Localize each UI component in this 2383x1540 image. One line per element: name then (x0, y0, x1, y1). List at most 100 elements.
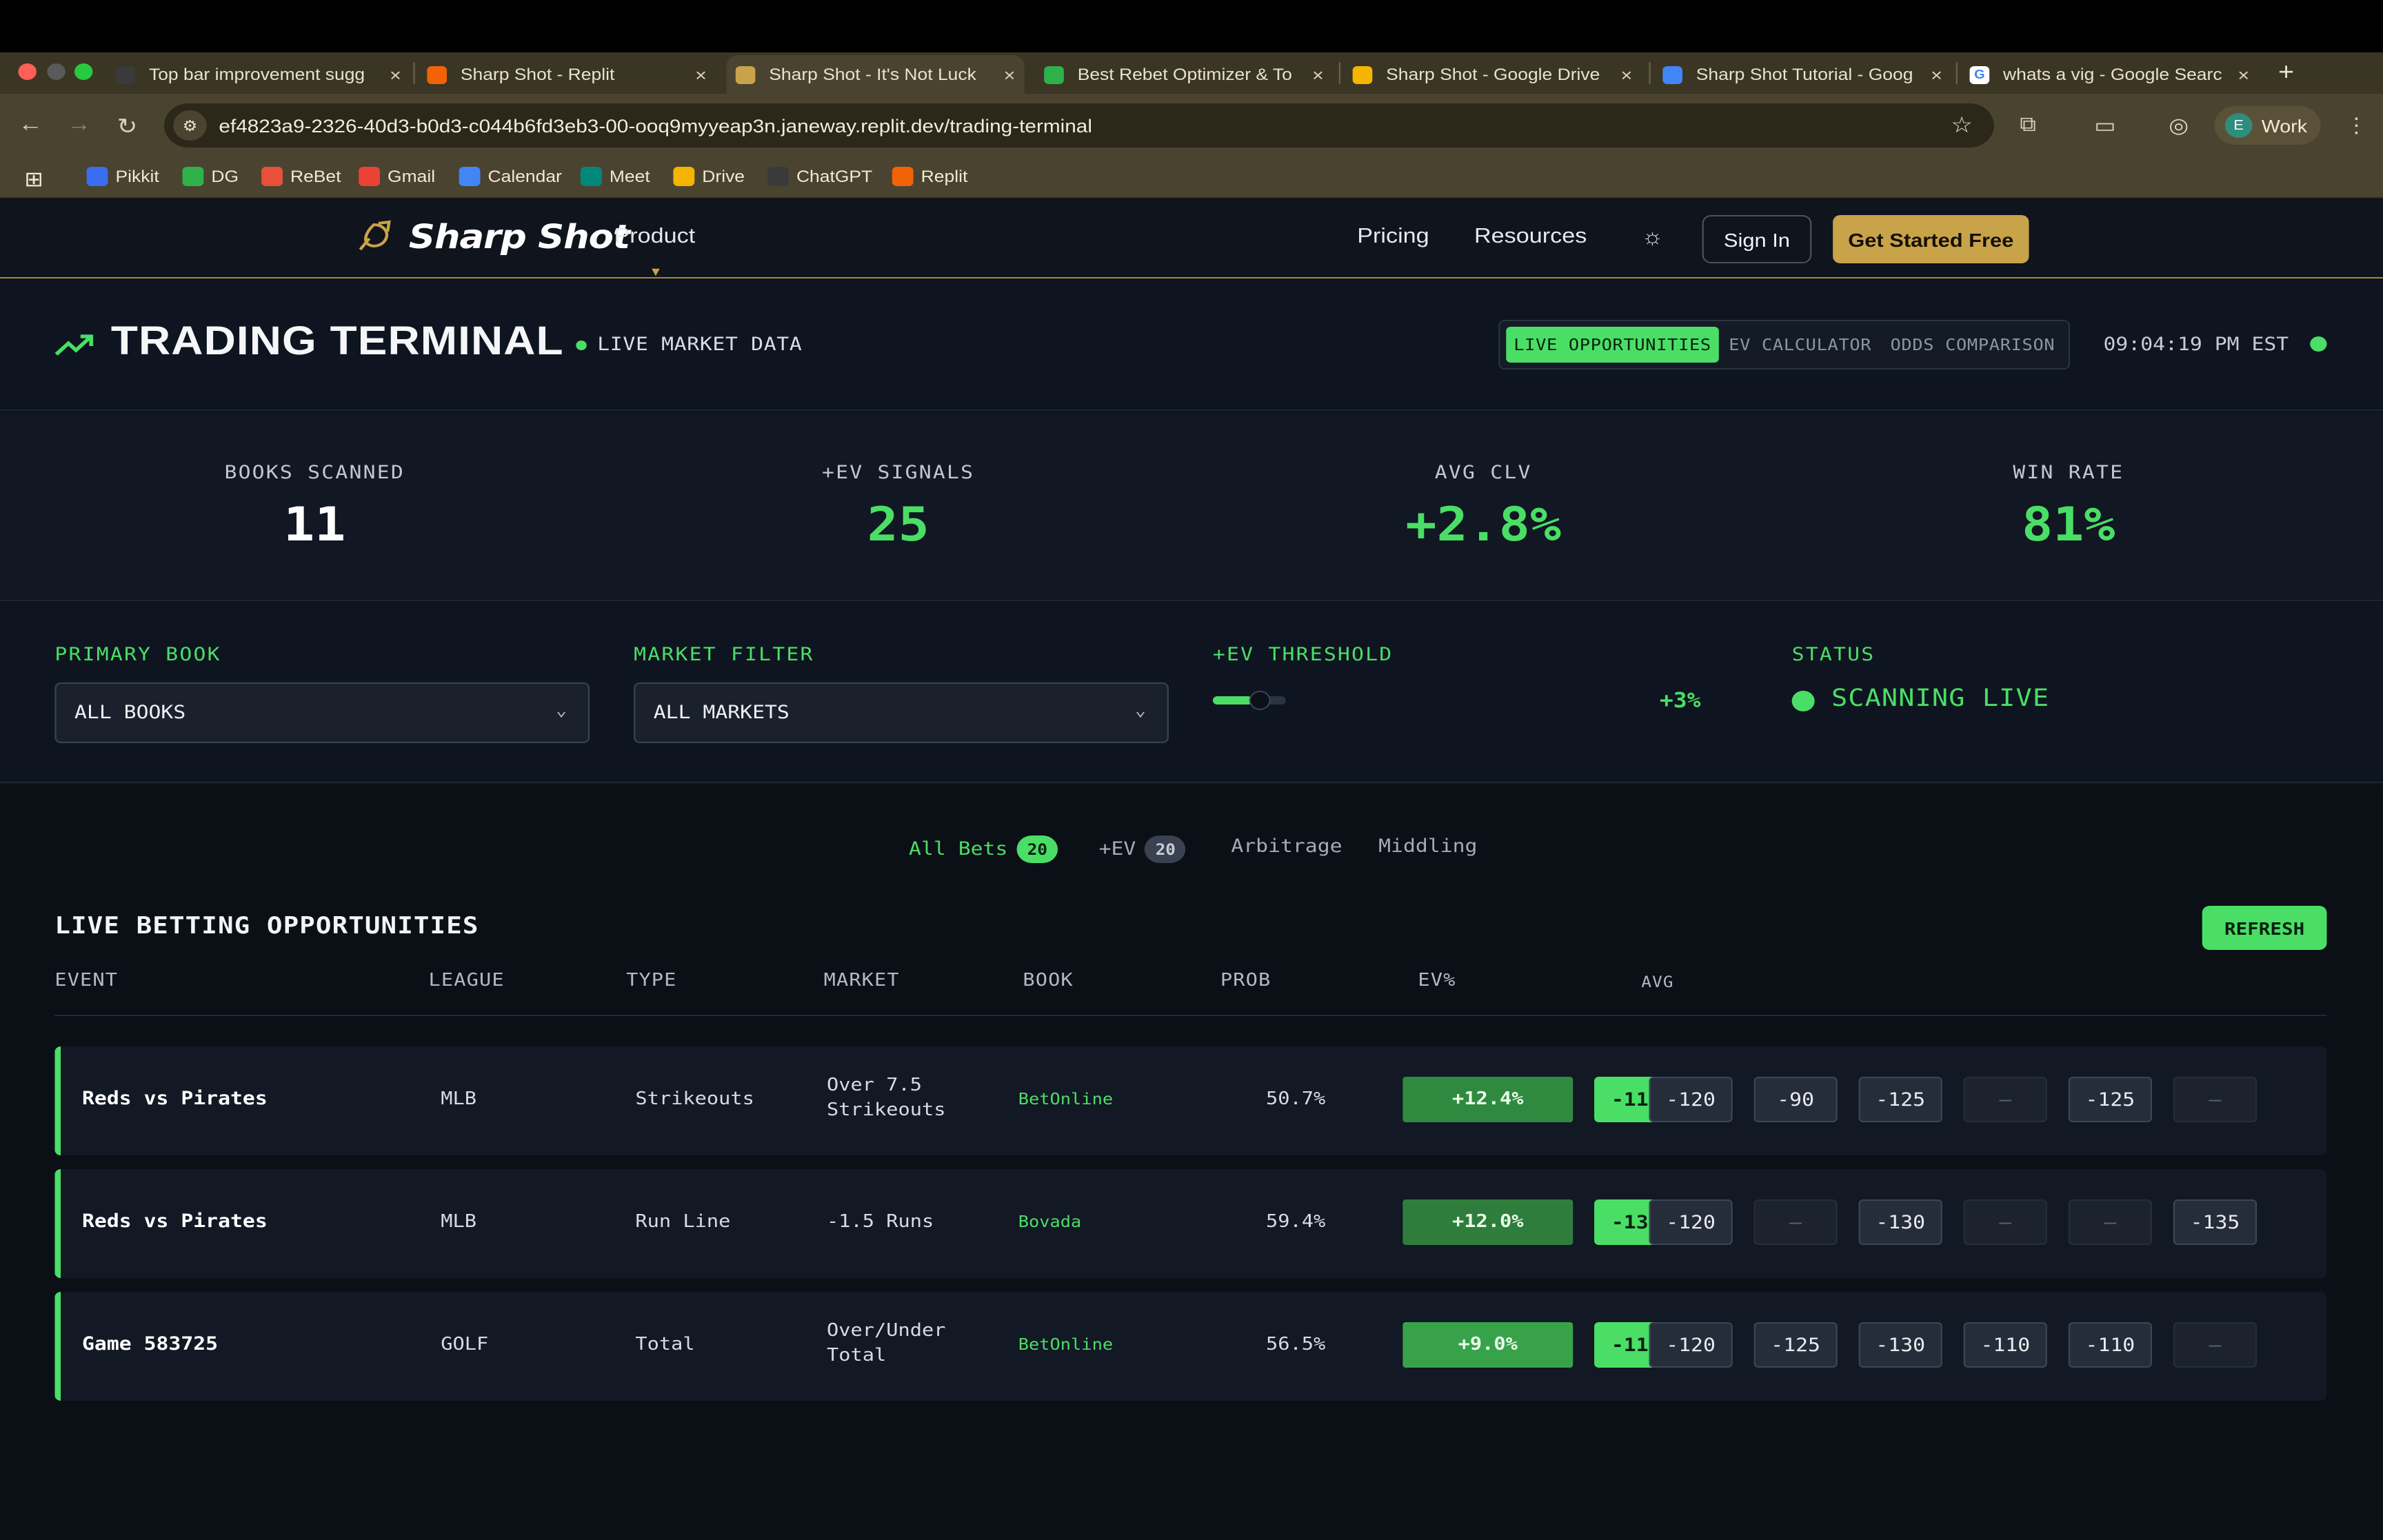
browser-tab[interactable]: Sharp Shot - Replit × (418, 55, 716, 94)
close-tab-icon[interactable]: × (390, 64, 401, 85)
sign-in-button[interactable]: Sign In (1702, 215, 1812, 263)
column-header[interactable]: PROB (1220, 971, 1271, 991)
book-odds-cell[interactable]: -90 (1753, 1077, 1838, 1122)
book-odds-cell[interactable]: -125 (1858, 1077, 1942, 1122)
performance-icon[interactable]: ◎ (2169, 113, 2189, 138)
table-row[interactable]: Reds vs Pirates MLB Strikeouts Over 7.5 Stri… (54, 1046, 2327, 1155)
nav-product[interactable]: Product (614, 225, 695, 250)
book-odds-cell[interactable]: -120 (1649, 1199, 1733, 1245)
close-tab-icon[interactable]: × (1312, 64, 1324, 85)
browser-tab[interactable]: Gwhats a vig - Google Searc × (1960, 55, 2258, 94)
reload-icon[interactable]: ↻ (117, 113, 138, 141)
bookmark-label: DG (211, 167, 239, 186)
menu-kebab-icon[interactable]: ⋮ (2345, 113, 2368, 138)
column-header[interactable]: TYPE (626, 971, 676, 991)
market-filter-select[interactable]: ALL MARKETS ⌄ (634, 682, 1169, 743)
bookmark-calendar[interactable]: Calendar (459, 167, 562, 186)
book-odds-cell[interactable]: -125 (2068, 1077, 2153, 1122)
bookmark-drive[interactable]: Drive (673, 167, 745, 186)
table-row[interactable]: Game 583725 GOLF Total Over/Under Total BetOn… (54, 1292, 2327, 1401)
book-odds-cell[interactable]: -120 (1649, 1077, 1733, 1122)
forward-icon[interactable]: → (67, 113, 91, 138)
browser-tab[interactable]: Best Rebet Optimizer & To × (1035, 55, 1333, 94)
bookmark-dg[interactable]: DG (182, 167, 239, 186)
tab-live-opportunities[interactable]: LIVE OPPORTUNITIES (1506, 327, 1719, 363)
browser-tab[interactable]: Top bar improvement sugg × (106, 55, 410, 94)
column-header[interactable]: EVENT (54, 971, 118, 991)
tab-search-icon[interactable]: ▭ (2094, 113, 2115, 138)
column-header[interactable]: EV% (1418, 971, 1456, 991)
book-odds-cell[interactable]: – (1753, 1199, 1838, 1245)
filter-tab-arbitrage[interactable]: Arbitrage (1231, 835, 1342, 858)
filter-tab-middling[interactable]: Middling (1378, 835, 1477, 858)
bookmark-star-icon[interactable]: ☆ (1951, 112, 1973, 139)
chevron-down-icon: ▼ (649, 265, 663, 278)
bookmark-rebet[interactable]: ReBet (261, 167, 341, 186)
browser-tab[interactable]: Sharp Shot - Google Drive × (1343, 55, 1641, 94)
refresh-button[interactable]: REFRESH (2202, 906, 2327, 950)
bookmark-pikkit[interactable]: Pikkit (86, 167, 159, 186)
table-header-divider (54, 1015, 2327, 1016)
bookmark-label: Replit (921, 167, 968, 186)
book-odds-cell[interactable]: – (1963, 1077, 2047, 1122)
minimize-window-button[interactable] (47, 63, 66, 80)
sportsbook[interactable]: BetOnline (1018, 1335, 1113, 1354)
tab-ev-calculator[interactable]: EV CALCULATOR (1727, 327, 1874, 363)
apps-grid-icon[interactable]: ⊞ (24, 167, 43, 192)
column-header[interactable]: MARKET (824, 971, 900, 991)
tab-odds-comparison[interactable]: ODDS COMPARISON (1884, 327, 2061, 363)
book-odds-cell[interactable]: -125 (1753, 1322, 1838, 1368)
browser-tab[interactable]: Sharp Shot Tutorial - Goog × (1653, 55, 1951, 94)
market-line-1: Over 7.5 (827, 1075, 923, 1096)
bookmark-gmail[interactable]: Gmail (359, 167, 435, 186)
ev-threshold-slider[interactable] (1212, 691, 1286, 710)
sportsbook[interactable]: BetOnline (1018, 1089, 1113, 1108)
close-window-button[interactable] (18, 63, 37, 80)
book-odds-cell[interactable]: – (2173, 1077, 2258, 1122)
address-bar[interactable]: ⚙ ef4823a9-2326-40d3-b0d3-c044b6fd3eb3-0… (164, 103, 1994, 148)
close-tab-icon[interactable]: × (1931, 64, 1942, 85)
new-tab-button[interactable]: + (2278, 58, 2294, 87)
profile-button[interactable]: E Work (2214, 106, 2321, 145)
sportsbook[interactable]: Bovada (1018, 1212, 1082, 1231)
nav-pricing[interactable]: Pricing (1357, 225, 1429, 250)
market-filter-value: ALL MARKETS (653, 702, 790, 724)
bookmark-replit[interactable]: Replit (892, 167, 968, 186)
logo[interactable]: Sharp Shot (354, 218, 630, 256)
book-odds-cell[interactable]: -110 (1963, 1322, 2047, 1368)
bookmark-meet[interactable]: Meet (580, 167, 650, 186)
zoom-window-button[interactable] (74, 63, 93, 80)
column-header[interactable]: LEAGUE (429, 971, 505, 991)
book-odds-cell[interactable]: – (2173, 1322, 2258, 1368)
close-tab-icon[interactable]: × (1620, 64, 1632, 85)
profile-label: Work (2261, 115, 2308, 136)
bookmark-label: Pikkit (115, 167, 159, 186)
site-info-icon[interactable]: ⚙ (173, 110, 207, 141)
close-tab-icon[interactable]: × (1004, 64, 1016, 85)
back-icon[interactable]: ← (18, 113, 42, 138)
nav-resources[interactable]: Resources (1474, 225, 1587, 250)
live-indicator-dot (576, 341, 587, 350)
book-odds-cell[interactable]: -130 (1858, 1322, 1942, 1368)
book-odds-cell[interactable]: -120 (1649, 1322, 1733, 1368)
filter-tab-ev[interactable]: +EV 20 (1099, 835, 1187, 863)
tab-title: Best Rebet Optimizer & To (1077, 65, 1292, 84)
bookmark-chatgpt[interactable]: ChatGPT (767, 167, 872, 186)
filter-tab-all-bets[interactable]: All Bets 20 (909, 835, 1058, 863)
book-odds-cell[interactable]: – (1963, 1199, 2047, 1245)
book-odds-cell[interactable]: -110 (2068, 1322, 2153, 1368)
book-odds-cell[interactable]: -135 (2173, 1199, 2258, 1245)
theme-toggle-sun-icon[interactable]: ☼ (1641, 226, 1663, 251)
status-dot (1791, 691, 1815, 711)
close-tab-icon[interactable]: × (2238, 64, 2249, 85)
get-started-button[interactable]: Get Started Free (1833, 215, 2029, 263)
table-row[interactable]: Reds vs Pirates MLB Run Line -1.5 Runs Bovad… (54, 1169, 2327, 1278)
browser-tab[interactable]: Sharp Shot - It's Not Luck × (726, 55, 1025, 94)
column-header[interactable]: AVG (1641, 973, 1673, 991)
book-odds-cell[interactable]: – (2068, 1199, 2153, 1245)
extensions-icon[interactable]: ⧉ (2020, 113, 2036, 136)
book-odds-cell[interactable]: -130 (1858, 1199, 1942, 1245)
close-tab-icon[interactable]: × (695, 64, 707, 85)
column-header[interactable]: BOOK (1023, 971, 1073, 991)
primary-book-select[interactable]: ALL BOOKS ⌄ (54, 682, 590, 743)
